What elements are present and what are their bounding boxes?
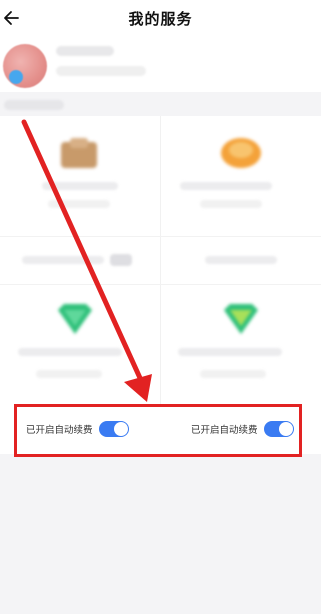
annotation-arrow-icon bbox=[21, 119, 152, 402]
